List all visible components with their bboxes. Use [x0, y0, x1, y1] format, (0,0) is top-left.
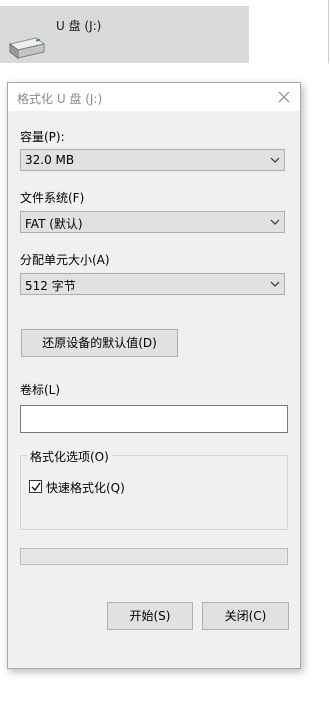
chevron-down-icon: [270, 219, 280, 225]
window-divider: [328, 0, 329, 63]
close-button[interactable]: 关闭(C): [202, 602, 289, 630]
quick-format-label: 快速格式化(Q): [46, 481, 125, 495]
drive-tile[interactable]: U 盘 (J:): [0, 6, 249, 63]
restore-defaults-button[interactable]: 还原设备的默认值(D): [21, 329, 178, 357]
format-options-group: 格式化选项(O) 快速格式化(Q): [20, 448, 288, 530]
allocation-unit-value: 512 字节: [25, 279, 76, 293]
checkmark-icon: [31, 482, 41, 492]
volume-label-label: 卷标(L): [20, 383, 61, 397]
file-system-select[interactable]: FAT (默认): [20, 211, 285, 233]
dialog-title: 格式化 U 盘 (J:): [17, 92, 103, 106]
format-progress-bar: [20, 548, 288, 565]
volume-label-input[interactable]: [20, 405, 288, 433]
usb-drive-icon: [8, 37, 46, 59]
format-options-legend: 格式化选项(O): [27, 448, 112, 465]
file-system-label: 文件系统(F): [20, 191, 85, 205]
dialog-titlebar[interactable]: 格式化 U 盘 (J:): [8, 83, 300, 111]
quick-format-checkbox[interactable]: [29, 480, 42, 493]
drive-name: U 盘 (J:): [56, 19, 102, 33]
capacity-label: 容量(P):: [20, 130, 65, 144]
chevron-down-icon: [270, 281, 280, 287]
allocation-unit-select[interactable]: 512 字节: [20, 273, 285, 295]
capacity-value: 32.0 MB: [25, 153, 75, 167]
format-dialog: 格式化 U 盘 (J:) 容量(P): 32.0 MB 文件系统(F) FAT …: [7, 82, 301, 669]
capacity-select[interactable]: 32.0 MB: [20, 149, 285, 171]
allocation-unit-label: 分配单元大小(A): [20, 253, 110, 267]
file-system-value: FAT (默认): [25, 217, 83, 231]
close-icon[interactable]: [274, 87, 294, 107]
chevron-down-icon: [270, 157, 280, 163]
start-button[interactable]: 开始(S): [107, 602, 193, 630]
